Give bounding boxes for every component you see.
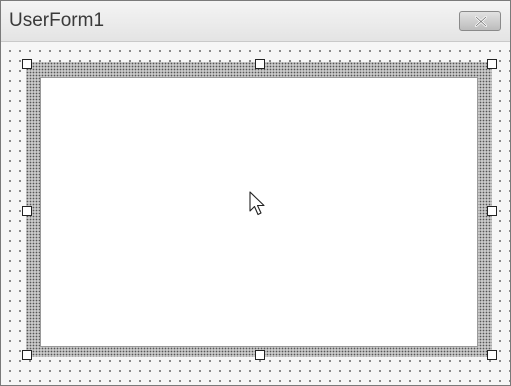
close-button[interactable] — [459, 11, 501, 31]
window-title: UserForm1 — [9, 10, 105, 31]
handle-bottom-center[interactable] — [255, 350, 265, 360]
close-icon — [475, 16, 487, 27]
handle-top-center[interactable] — [255, 59, 265, 69]
handle-top-right[interactable] — [487, 59, 497, 69]
handle-bottom-right[interactable] — [487, 350, 497, 360]
handle-bottom-left[interactable] — [22, 350, 32, 360]
handle-middle-right[interactable] — [487, 206, 497, 216]
handle-middle-left[interactable] — [22, 206, 32, 216]
handle-top-left[interactable] — [22, 59, 32, 69]
arrow-pointer-icon — [249, 191, 265, 216]
title-bar[interactable]: UserForm1 — [1, 1, 510, 42]
